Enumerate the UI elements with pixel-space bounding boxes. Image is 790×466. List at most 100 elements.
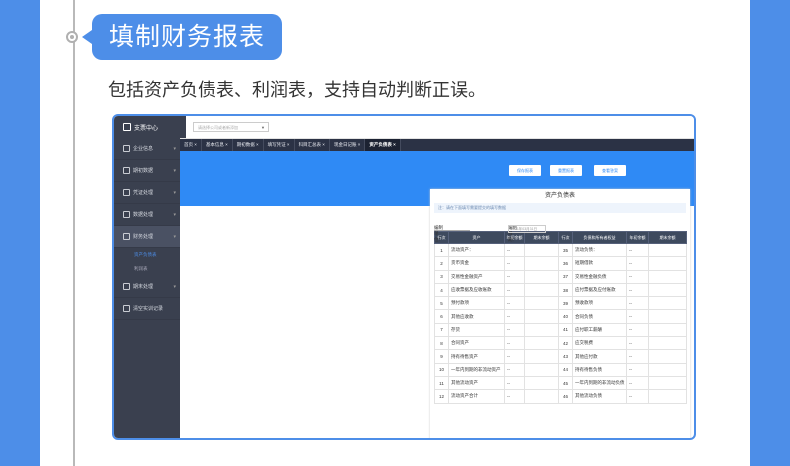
- view-answer-button[interactable]: 查看答案: [594, 165, 626, 176]
- amount-input-cell[interactable]: [648, 336, 687, 351]
- amount-input-cell[interactable]: [524, 349, 559, 364]
- section-description: 包括资产负债表、利润表，支持自动判断正误。: [108, 80, 486, 101]
- tab[interactable]: 基本信息 ×: [202, 139, 233, 151]
- table-cell: 37: [558, 269, 573, 284]
- amount-input-cell[interactable]: [648, 282, 687, 298]
- table-cell: 其他流动负债: [572, 389, 627, 404]
- amount-input-cell[interactable]: [524, 282, 559, 298]
- sidebar-item[interactable]: 财务处理 ▾: [114, 226, 180, 248]
- amount-input-cell[interactable]: [648, 322, 687, 338]
- data-icon: [123, 211, 130, 218]
- column-header: 行次: [558, 231, 573, 244]
- amount-input-cell[interactable]: [648, 242, 687, 258]
- report-tip: 注：请在下面填写需要提交的填写数据: [434, 203, 686, 213]
- date-input[interactable]: 2021年03月31日: [508, 225, 546, 233]
- tab[interactable]: 资产负债表 ×: [365, 139, 401, 151]
- amount-input-cell[interactable]: [524, 269, 559, 284]
- balance-sheet-table: 行次 资产 年初余额 期末余额 行次 负债和所有者权益 年初余额 期末余额 1 流动资产： -- 3…: [434, 231, 687, 404]
- table-cell: 45: [558, 375, 573, 391]
- table-cell: 货币资金: [448, 256, 505, 271]
- company-select[interactable]: 请选择公司或者新添加 ▼: [193, 122, 269, 132]
- table-cell: --: [504, 336, 525, 351]
- table-cell: 预付款项: [448, 296, 505, 311]
- sidebar-item[interactable]: 企业信息 ▾: [114, 138, 180, 160]
- chart-icon: [123, 167, 130, 174]
- column-header: 资产: [448, 231, 505, 244]
- report-meta: 编制单位： 编制日期： 2021年03月31日: [430, 213, 690, 242]
- save-report-button[interactable]: 保存报表: [509, 165, 541, 176]
- table-cell: 其他应付款: [572, 349, 627, 364]
- table-cell: 36: [558, 256, 573, 271]
- sidebar-item[interactable]: 期末处理 ▾: [114, 276, 180, 298]
- amount-input-cell[interactable]: [648, 309, 687, 324]
- table-row: 3 交易性金融资产 -- 37 交易性金融负债 --: [434, 269, 687, 284]
- shield-icon: [123, 123, 131, 131]
- table-cell: 39: [558, 296, 573, 311]
- table-cell: 4: [434, 282, 449, 298]
- subnav-item[interactable]: 资产负债表: [114, 248, 180, 262]
- amount-input-cell[interactable]: [648, 269, 687, 284]
- table-cell: --: [504, 362, 525, 377]
- amount-input-cell[interactable]: [524, 362, 559, 377]
- amount-input-cell[interactable]: [524, 296, 559, 311]
- report-title: 资产负债表: [544, 193, 575, 199]
- table-cell: 其他应收款: [448, 309, 505, 324]
- table-cell: 41: [558, 322, 573, 338]
- amount-input-cell[interactable]: [648, 256, 687, 271]
- table-cell: --: [626, 282, 649, 298]
- sidebar-item-label: 凭证处理: [133, 190, 154, 196]
- table-cell: 合同负债: [572, 309, 627, 324]
- amount-input-cell[interactable]: [648, 296, 687, 311]
- table-cell: 10: [434, 362, 449, 377]
- tab[interactable]: 科目汇总表 ×: [295, 139, 330, 151]
- amount-input-cell[interactable]: [648, 362, 687, 377]
- timeline-dot-icon: [66, 31, 78, 43]
- amount-input-cell[interactable]: [648, 349, 687, 364]
- amount-input-cell[interactable]: [524, 309, 559, 324]
- amount-input-cell[interactable]: [524, 322, 559, 338]
- table-cell: 应付职工薪酬: [572, 322, 627, 338]
- table-cell: --: [504, 309, 525, 324]
- sidebar-item[interactable]: 清空实训记录: [114, 298, 180, 320]
- building-icon: [123, 145, 130, 152]
- sidebar-toggle[interactable]: [180, 116, 186, 138]
- amount-input-cell[interactable]: [648, 389, 687, 404]
- table-cell: 一年内到期的非流动负债: [572, 375, 627, 391]
- chevron-down-icon: ▾: [173, 212, 176, 218]
- amount-input-cell[interactable]: [524, 336, 559, 351]
- amount-input-cell[interactable]: [524, 375, 559, 391]
- reset-report-button[interactable]: 重置报表: [550, 165, 582, 176]
- app-logo[interactable]: 支票中心: [114, 116, 180, 138]
- table-cell: 应收票据及应收账款: [448, 282, 505, 298]
- chevron-down-icon: ▼: [261, 125, 265, 130]
- table-row: 2 货币资金 -- 36 短期借款 --: [434, 256, 687, 271]
- sidebar-item[interactable]: 凭证处理 ▾: [114, 182, 180, 204]
- table-cell: 流动资产：: [448, 242, 505, 258]
- tab[interactable]: 首页 ×: [180, 139, 202, 151]
- amount-input-cell[interactable]: [524, 256, 559, 271]
- tab[interactable]: 填写凭证 ×: [264, 139, 295, 151]
- table-cell: 38: [558, 282, 573, 298]
- amount-input-cell[interactable]: [524, 242, 559, 258]
- table-cell: 存货: [448, 322, 505, 338]
- table-cell: 短期借款: [572, 256, 627, 271]
- subnav-item[interactable]: 利润表: [114, 262, 180, 276]
- tab[interactable]: 现金日记账 ×: [330, 139, 366, 151]
- table-cell: 合同资产: [448, 336, 505, 351]
- tab-bar: 首页 × 基本信息 × 期初数据 × 填写凭证 × 科目汇总表 × 现金日记账 × 资产负债…: [180, 139, 694, 151]
- amount-input-cell[interactable]: [648, 375, 687, 391]
- table-cell: --: [504, 242, 525, 258]
- sidebar-item[interactable]: 数据处理 ▾: [114, 204, 180, 226]
- table-cell: 43: [558, 349, 573, 364]
- table-cell: 交易性金融资产: [448, 269, 505, 284]
- chevron-down-icon: ▾: [173, 234, 176, 240]
- table-cell: --: [626, 309, 649, 324]
- sidebar: 支票中心 企业信息 ▾ 期初数据 ▾ 凭证处理 ▾ 数据处理 ▾ 财务处理 ▾ 资产负债表 利润表 期末…: [114, 116, 180, 438]
- table-cell: --: [504, 322, 525, 338]
- amount-input-cell[interactable]: [524, 389, 559, 404]
- table-cell: 35: [558, 242, 573, 258]
- sidebar-item[interactable]: 期初数据 ▾: [114, 160, 180, 182]
- tab[interactable]: 期初数据 ×: [233, 139, 264, 151]
- table-cell: 42: [558, 336, 573, 351]
- unit-input[interactable]: [434, 225, 470, 231]
